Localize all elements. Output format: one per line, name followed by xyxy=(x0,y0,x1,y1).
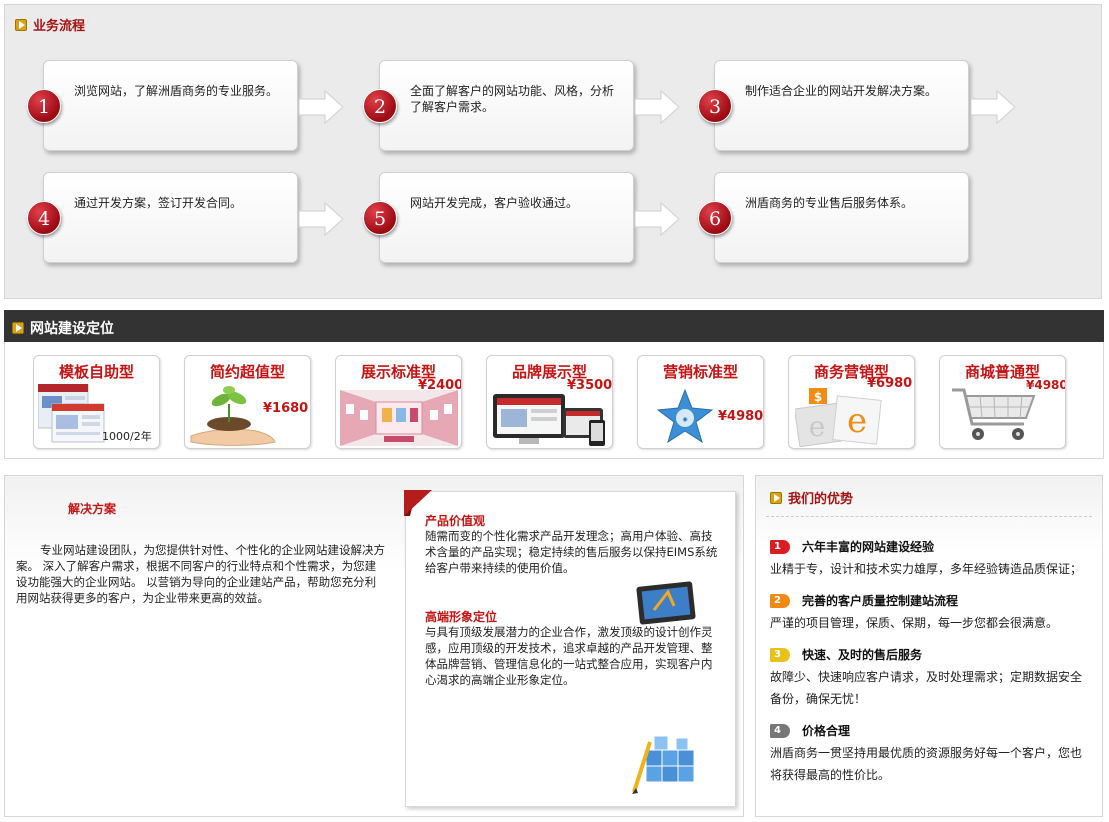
advantage-text-1: 业精于专，设计和技术实力雄厚，多年经验铸造品质保证； xyxy=(770,562,1083,576)
arrow-right-icon xyxy=(634,89,680,125)
process-header: 业务流程 xyxy=(15,15,85,34)
advantage-text-4: 洲盾商务一贯坚持用最优质的资源服务好每一个客户，您也将获得最高的性价比。 xyxy=(770,746,1083,782)
website-screenshots-image xyxy=(38,384,105,443)
package-price: 1000/2年 xyxy=(102,430,152,443)
advantage-title-text: 六年丰富的网站建设经验 xyxy=(802,540,935,554)
step-number-badge: 1 xyxy=(27,89,61,123)
process-title: 业务流程 xyxy=(33,19,86,34)
tablet-image xyxy=(636,581,696,625)
advantages-title: 我们的优势 xyxy=(788,492,854,507)
step-number-badge: 2 xyxy=(363,89,397,123)
advantages-section: 我们的优势 1 六年丰富的网站建设经验 业精于专，设计和技术实力雄厚，多年经验铸… xyxy=(755,475,1103,817)
package-price: ¥4980 xyxy=(718,409,764,424)
step-number-badge: 3 xyxy=(698,89,732,123)
advantage-title-text: 价格合理 xyxy=(802,724,851,738)
arrow-right-icon xyxy=(970,89,1016,125)
step-text: 通过开发方案，签订开发合同。 xyxy=(74,196,243,210)
package-card-brand[interactable]: 品牌展示型 ¥3500 xyxy=(486,355,613,449)
advantage-title-4: 4 价格合理 xyxy=(770,722,850,739)
process-step-4: 通过开发方案，签订开发合同。 xyxy=(43,172,298,263)
feature-title-image: 高端形象定位 xyxy=(425,610,498,624)
network-star-image: ◉ xyxy=(656,388,714,444)
advantage-text-2: 严谨的项目管理，保质、保期，每一步您都会很满意。 xyxy=(770,616,1059,630)
feature-text-image: 与具有顶级发展潜力的企业合作，激发顶级的设计创作灵感，应用顶级的开发技术，追求卓… xyxy=(425,625,713,687)
step-number-badge: 6 xyxy=(698,201,732,235)
package-card-mall[interactable]: 商城普通型 ¥4980 xyxy=(939,355,1066,449)
play-icon xyxy=(12,322,24,334)
package-card-template[interactable]: 模板自助型 1000/2年 xyxy=(33,355,160,449)
package-price: ¥1680 xyxy=(263,401,309,416)
arrow-right-icon xyxy=(298,201,344,237)
step-text: 洲盾商务的专业售后服务体系。 xyxy=(745,196,914,210)
devices-image xyxy=(493,394,605,446)
step-text: 全面了解客户的网站功能、风格，分析了解客户需求。 xyxy=(410,84,615,114)
package-card-simple[interactable]: 简约超值型 ¥1680 xyxy=(184,355,311,449)
package-title: 营销标准型 xyxy=(662,363,738,381)
advantage-title-text: 完善的客户质量控制建站流程 xyxy=(802,594,959,608)
advantage-title-1: 1 六年丰富的网站建设经验 xyxy=(770,538,934,555)
cube-blocks-image xyxy=(632,735,695,794)
step-text: 网站开发完成，客户验收通过。 xyxy=(410,196,579,210)
svg-text:$: $ xyxy=(814,390,822,404)
feature-text-value: 随需而变的个性化需求产品开发理念；高用户体验、高技术含量的产品实现；稳定持续的售… xyxy=(425,529,718,575)
advantage-title-3: 3 快速、及时的售后服务 xyxy=(770,646,922,663)
number-flag-icon: 1 xyxy=(770,539,790,554)
divider xyxy=(766,516,1092,517)
step-number-badge: 4 xyxy=(27,201,61,235)
step-number-badge: 5 xyxy=(363,201,397,235)
arrow-right-icon xyxy=(298,89,344,125)
svg-text:e: e xyxy=(809,410,826,443)
process-step-3: 制作适合企业的网站开发解决方案。 xyxy=(714,60,969,151)
process-step-2: 全面了解客户的网站功能、风格，分析了解客户需求。 xyxy=(379,60,634,151)
feature-title-value: 产品价值观 xyxy=(425,514,486,528)
number-flag-icon: 3 xyxy=(770,647,790,662)
step-text: 浏览网站，了解洲盾商务的专业服务。 xyxy=(74,84,279,98)
advantages-header: 我们的优势 xyxy=(770,488,853,507)
positioning-header-bar: 网站建设定位 xyxy=(4,310,1104,342)
step-text: 制作适合企业的网站开发解决方案。 xyxy=(745,84,938,98)
svg-text:e: e xyxy=(847,401,867,441)
arrow-right-icon xyxy=(634,201,680,237)
advantage-title-text: 快速、及时的售后服务 xyxy=(802,648,923,662)
solution-text: 专业网站建设团队，为您提供针对性、个性化的企业网站建设解决方案。 深入了解客户需… xyxy=(16,543,385,605)
number-flag-icon: 2 xyxy=(770,593,790,608)
number-flag-icon: 4 xyxy=(770,723,790,738)
package-title: 简约超值型 xyxy=(209,363,285,381)
package-card-display[interactable]: 展示标准型 ¥2400 xyxy=(335,355,462,449)
play-icon xyxy=(770,491,782,504)
shopping-cart-icon xyxy=(952,388,1036,440)
hand-plant-image xyxy=(190,386,276,446)
package-card-business[interactable]: 商务营销型 ¥6980 $ e e xyxy=(788,355,915,449)
package-card-marketing[interactable]: 营销标准型 ◉ ¥4980 xyxy=(637,355,764,449)
ecommerce-e-image: $ e e xyxy=(795,388,882,448)
process-section: 业务流程 浏览网站，了解洲盾商务的专业服务。 1 全面了解客户的网站功能、风格，… xyxy=(4,4,1102,299)
process-step-6: 洲盾商务的专业售后服务体系。 xyxy=(714,172,969,263)
positioning-title: 网站建设定位 xyxy=(30,321,114,337)
solution-title: 解决方案 xyxy=(68,502,117,516)
positioning-packages: 模板自助型 1000/2年 简约超值型 ¥1680 展示标准型 ¥2400 品牌… xyxy=(4,342,1104,459)
svg-text:◉: ◉ xyxy=(682,416,687,423)
process-step-5: 网站开发完成，客户验收通过。 xyxy=(379,172,634,263)
solution-section: 解决方案 专业网站建设团队，为您提供针对性、个性化的企业网站建设解决方案。 深入… xyxy=(4,475,744,817)
advantage-text-3: 故障少、快速响应客户请求，及时处理需求；定期数据安全备份，确保无忧！ xyxy=(770,670,1083,706)
exhibition-hall-image xyxy=(340,390,458,446)
process-step-1: 浏览网站，了解洲盾商务的专业服务。 xyxy=(43,60,298,151)
advantage-title-2: 2 完善的客户质量控制建站流程 xyxy=(770,592,958,609)
features-panel: 产品价值观 随需而变的个性化需求产品开发理念；高用户体验、高技术含量的产品实现；… xyxy=(404,490,736,807)
play-icon xyxy=(15,18,27,31)
package-title: 模板自助型 xyxy=(58,363,134,381)
positioning-header: 网站建设定位 xyxy=(12,318,114,338)
